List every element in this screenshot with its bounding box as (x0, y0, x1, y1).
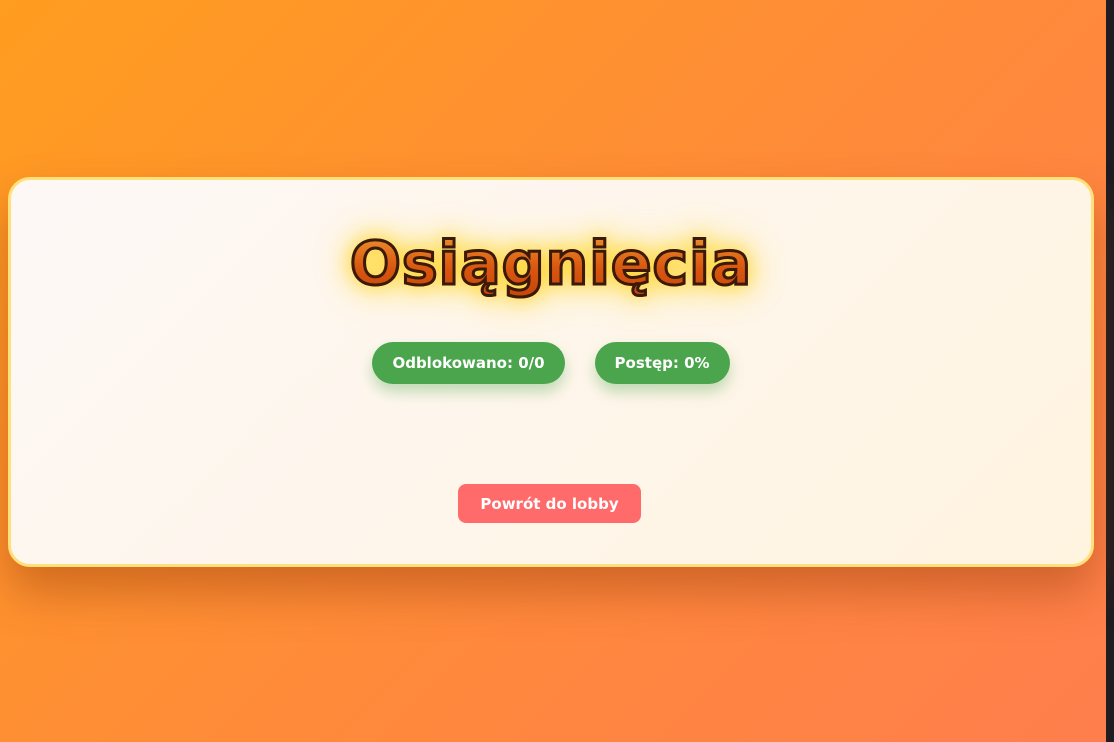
achievements-panel: Osiągnięcia Odblokowano: 0/0 Postęp: 0% … (8, 177, 1094, 567)
page-title: Osiągnięcia (11, 224, 1091, 304)
unlocked-count-badge: Odblokowano: 0/0 (372, 342, 565, 384)
progress-badge: Postęp: 0% (594, 342, 730, 384)
back-to-lobby-button[interactable]: Powrót do lobby (458, 484, 641, 523)
stats-row: Odblokowano: 0/0 Postęp: 0% (11, 342, 1091, 384)
window-edge-strip (1106, 0, 1114, 742)
